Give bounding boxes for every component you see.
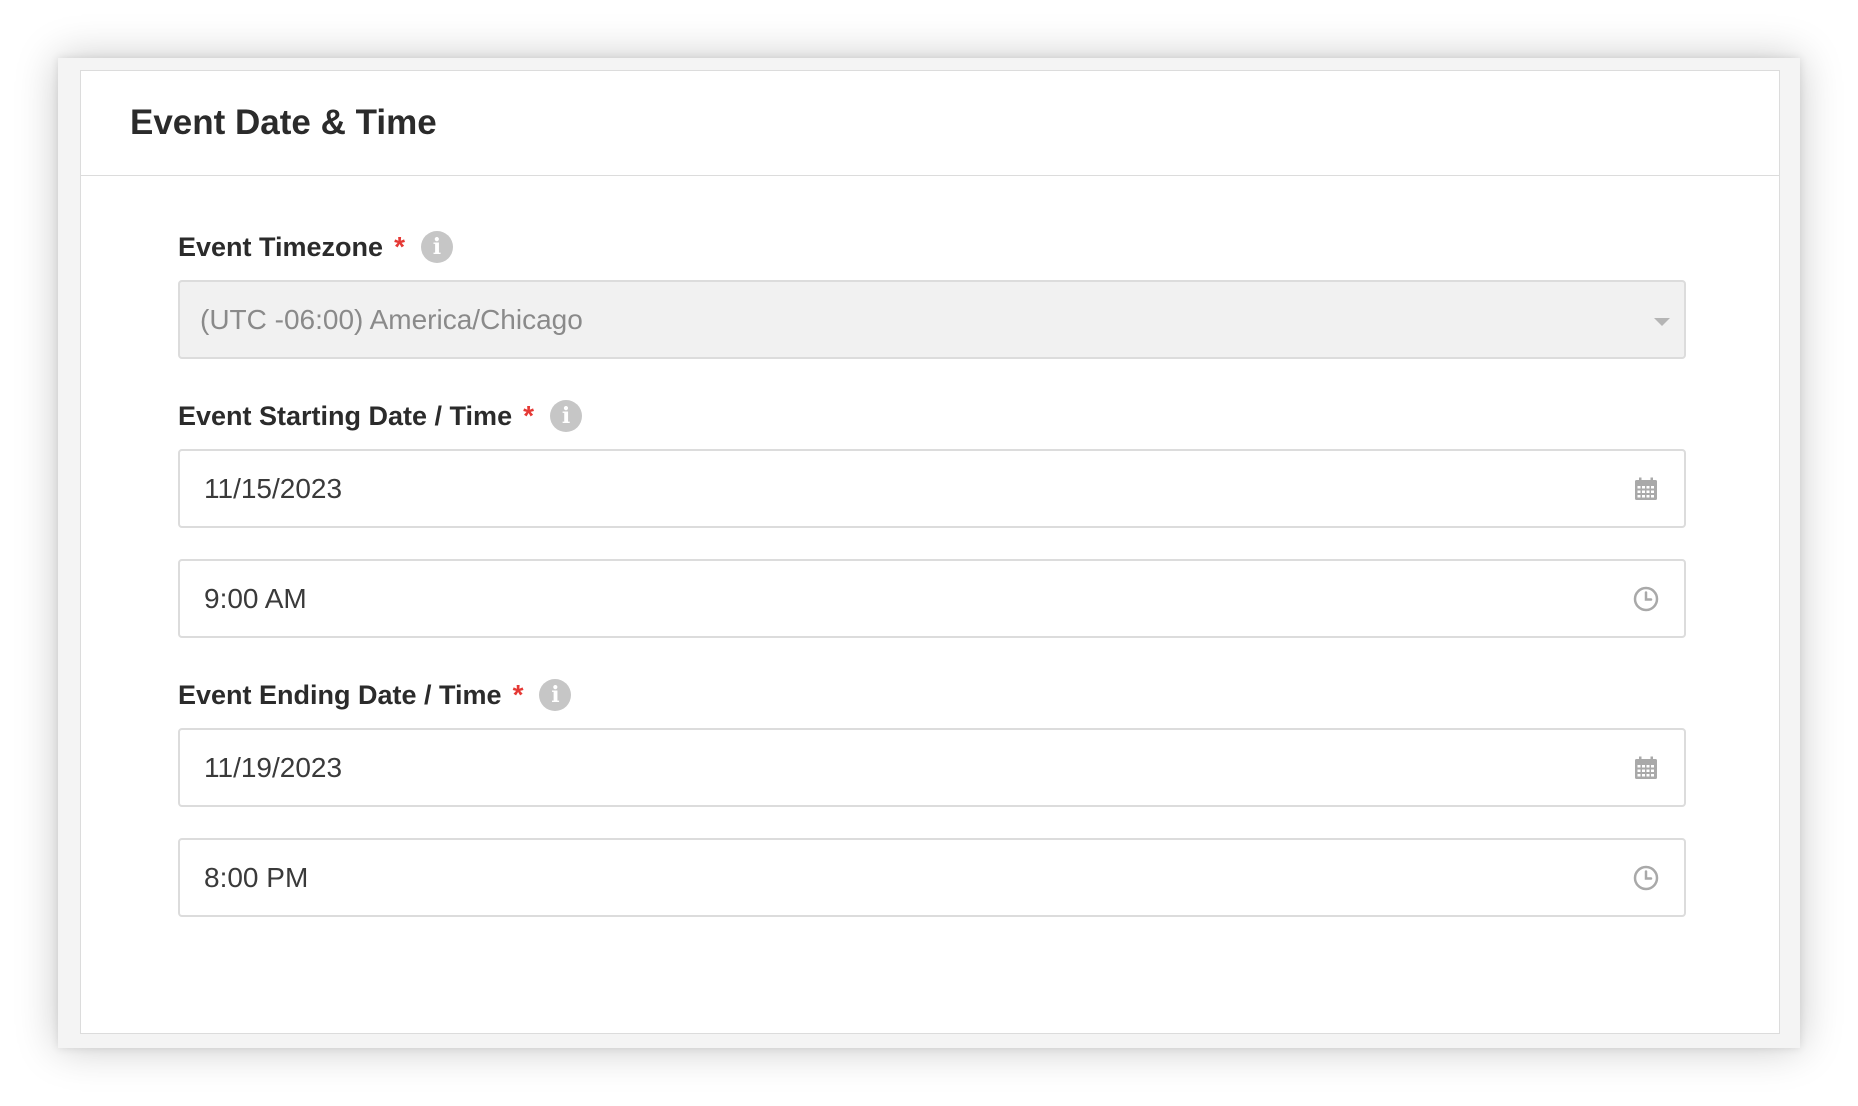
chevron-down-icon (1654, 317, 1670, 326)
card-header: Event Date & Time (81, 71, 1779, 176)
start-time-input[interactable]: 9:00 AM (178, 559, 1686, 638)
event-date-time-card: Event Date & Time Event Timezone * i (UT… (80, 70, 1780, 1034)
end-date-value: 11/19/2023 (204, 751, 343, 783)
end-date-input[interactable]: 11/19/2023 (178, 728, 1686, 807)
start-label-row: Event Starting Date / Time * i (178, 398, 582, 434)
clock-icon[interactable] (1632, 864, 1660, 892)
end-label: Event Ending Date / Time (178, 679, 502, 710)
timezone-value: (UTC -06:00) America/Chicago (200, 303, 583, 335)
calendar-icon[interactable] (1632, 475, 1660, 503)
end-time-value: 8:00 PM (204, 861, 309, 893)
info-icon[interactable]: i (539, 679, 572, 711)
info-icon[interactable]: i (420, 231, 453, 263)
clock-icon[interactable] (1632, 585, 1660, 613)
start-date-input[interactable]: 11/15/2023 (178, 449, 1686, 528)
end-label-row: Event Ending Date / Time * i (178, 677, 572, 713)
required-indicator: * (394, 231, 405, 262)
start-label: Event Starting Date / Time (178, 400, 513, 431)
calendar-icon[interactable] (1632, 754, 1660, 782)
window-frame: Event Date & Time Event Timezone * i (UT… (58, 58, 1800, 1048)
card-title: Event Date & Time (130, 103, 437, 142)
timezone-label: Event Timezone (178, 231, 384, 262)
start-date-value: 11/15/2023 (204, 472, 343, 504)
start-time-value: 9:00 AM (204, 582, 307, 614)
required-indicator: * (512, 679, 524, 710)
info-icon[interactable]: i (550, 400, 582, 432)
end-time-input[interactable]: 8:00 PM (178, 838, 1686, 917)
required-indicator: * (523, 400, 534, 431)
timezone-label-row: Event Timezone * i (178, 229, 453, 265)
timezone-select[interactable]: (UTC -06:00) America/Chicago (178, 280, 1686, 359)
